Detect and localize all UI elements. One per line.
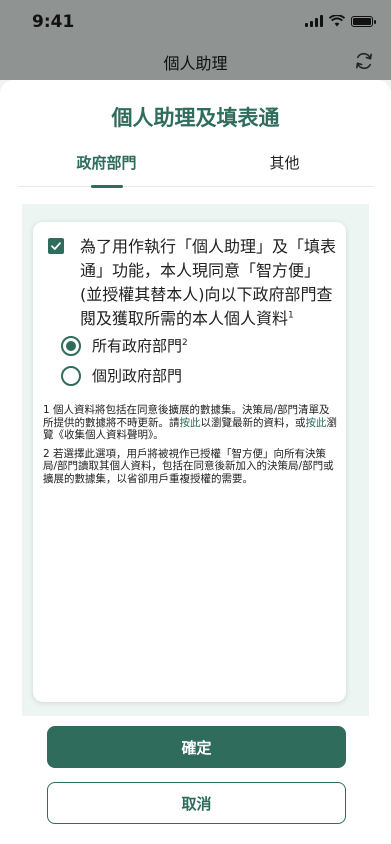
tab-government-departments[interactable]: 政府部門 (18, 152, 195, 173)
option-all-departments-label: 所有政府部門2 (92, 337, 188, 355)
confirm-button[interactable]: 確定 (47, 726, 346, 768)
signal-icon (305, 15, 323, 27)
tab-others[interactable]: 其他 (196, 152, 373, 173)
wifi-icon (329, 15, 345, 27)
footnotes: 1 個人資料將包括在同意後擴展的數據集。決策局/部門清單及所提供的數據將不時更新… (43, 404, 339, 491)
tab-active-indicator (91, 185, 123, 188)
link-latest-info[interactable]: 按此 (180, 417, 201, 429)
link-privacy-statement[interactable]: 按此 (306, 417, 327, 429)
radio-individual-departments[interactable] (61, 365, 81, 386)
option-individual-departments-label: 個別政府部門 (92, 367, 183, 385)
app-bar: 個人助理 (0, 44, 391, 80)
footnote-2: 2 若選擇此選項，用戶將被視作已授權「智方便」向所有決策局/部門讀取其個人資料，… (43, 447, 334, 485)
footnote-1: 1 個人資料將包括在同意後擴展的數據集。決策局/部門清單及所提供的數據將不時更新… (43, 404, 337, 441)
status-time: 9:41 (32, 12, 75, 32)
cancel-button[interactable]: 取消 (47, 782, 346, 824)
app-title: 個人助理 (163, 54, 228, 73)
tab-bar: 政府部門 其他 (18, 152, 373, 188)
content-area: 為了用作執行「個人助理」及「填表通」功能，本人現同意「智方便」(並授權其替本人)… (22, 204, 369, 716)
status-icons (305, 15, 376, 27)
footnote-ref-2: 2 (182, 338, 188, 348)
consent-card: 為了用作執行「個人助理」及「填表通」功能，本人現同意「智方便」(並授權其替本人)… (33, 222, 346, 702)
status-bar: 9:41 (0, 0, 391, 44)
refresh-icon[interactable] (353, 50, 375, 72)
option-individual-departments[interactable]: 個別政府部門 (61, 365, 182, 386)
consent-statement: 為了用作執行「個人助理」及「填表通」功能，本人現同意「智方便」(並授權其替本人)… (80, 237, 337, 328)
radio-all-departments[interactable] (61, 335, 81, 356)
sheet-title: 個人助理及填表通 (111, 106, 280, 130)
footnote-ref-1: 1 (288, 310, 294, 321)
consent-text: 為了用作執行「個人助理」及「填表通」功能，本人現同意「智方便」(並授權其替本人)… (80, 235, 340, 331)
option-all-departments[interactable]: 所有政府部門2 (61, 335, 188, 356)
checkmark-icon (51, 242, 61, 250)
battery-icon (351, 15, 376, 27)
consent-row: 為了用作執行「個人助理」及「填表通」功能，本人現同意「智方便」(並授權其替本人)… (48, 235, 340, 331)
consent-checkbox[interactable] (48, 238, 64, 254)
